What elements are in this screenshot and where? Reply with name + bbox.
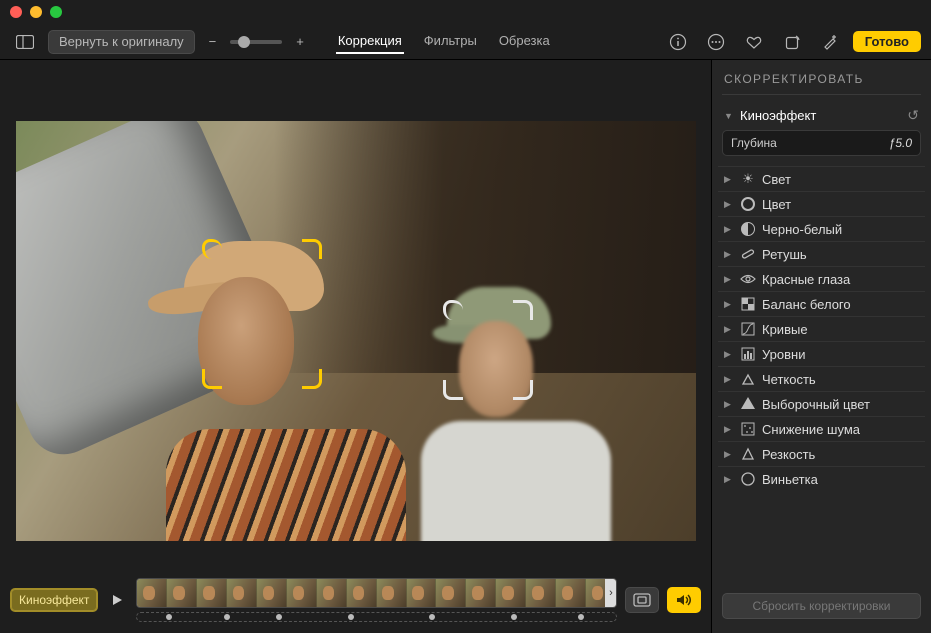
noise-icon xyxy=(740,421,756,437)
section-curves[interactable]: ▶ Кривые xyxy=(718,316,925,341)
focus-point-marker[interactable] xyxy=(224,614,230,620)
chevron-right-icon: ▶ xyxy=(724,249,734,260)
definition-icon xyxy=(740,371,756,387)
rotate-icon[interactable] xyxy=(777,30,807,54)
section-label: Уровни xyxy=(762,347,805,362)
focus-point-marker[interactable] xyxy=(511,614,517,620)
sharpen-icon xyxy=(740,446,756,462)
focus-point-track[interactable] xyxy=(136,612,617,622)
depth-label: Глубина xyxy=(731,136,777,150)
zoom-in-button[interactable]: + xyxy=(290,30,310,54)
tab-filters[interactable]: Фильтры xyxy=(422,29,479,54)
section-label: Четкость xyxy=(762,372,816,387)
done-label: Готово xyxy=(865,34,909,49)
chevron-right-icon: ▶ xyxy=(724,399,734,410)
section-sharpen[interactable]: ▶ Резкость xyxy=(718,441,925,466)
bandage-icon xyxy=(740,246,756,262)
chevron-right-icon: ▶ xyxy=(724,299,734,310)
section-vignette[interactable]: ▶ Виньетка xyxy=(718,466,925,491)
audio-toggle[interactable] xyxy=(667,587,701,613)
zoom-slider[interactable] xyxy=(230,40,282,44)
chevron-right-icon: ▶ xyxy=(724,274,734,285)
favorite-icon[interactable] xyxy=(739,30,769,54)
section-definition[interactable]: ▶ Четкость xyxy=(718,366,925,391)
section-label: Резкость xyxy=(762,447,815,462)
chevron-right-icon: ▶ xyxy=(724,324,734,335)
chevron-down-icon: ▼ xyxy=(724,111,734,121)
section-cinematic-label: Киноэффект xyxy=(740,108,816,123)
chevron-right-icon: ▶ xyxy=(724,349,734,360)
depth-control[interactable]: Глубина ƒ5.0 xyxy=(722,130,921,156)
window-zoom-button[interactable] xyxy=(50,6,62,18)
manual-focus-toggle[interactable] xyxy=(625,587,659,613)
play-button[interactable] xyxy=(106,589,128,611)
zoom-out-button[interactable]: − xyxy=(203,30,223,54)
tab-crop[interactable]: Обрезка xyxy=(497,29,552,54)
section-levels[interactable]: ▶ Уровни xyxy=(718,341,925,366)
chevron-right-icon: ▶ xyxy=(724,424,734,435)
eye-icon xyxy=(740,271,756,287)
chevron-right-icon: ▶ xyxy=(724,224,734,235)
tab-adjust[interactable]: Коррекция xyxy=(336,29,404,54)
window-minimize-button[interactable] xyxy=(30,6,42,18)
section-label: Ретушь xyxy=(762,247,807,262)
levels-icon xyxy=(740,346,756,362)
section-label: Кривые xyxy=(762,322,808,337)
chevron-right-icon: ▶ xyxy=(724,474,734,485)
wb-icon xyxy=(740,296,756,312)
section-half[interactable]: ▶ Черно-белый xyxy=(718,216,925,241)
section-selcolor[interactable]: ▶ Выборочный цвет xyxy=(718,391,925,416)
chevron-right-icon: ▶ xyxy=(724,174,734,185)
section-noise[interactable]: ▶ Снижение шума xyxy=(718,416,925,441)
more-icon[interactable] xyxy=(701,30,731,54)
section-label: Цвет xyxy=(762,197,791,212)
sun-icon xyxy=(740,171,756,187)
info-icon[interactable] xyxy=(663,30,693,54)
vignette-icon xyxy=(740,471,756,487)
section-label: Свет xyxy=(762,172,791,187)
focus-point-marker[interactable] xyxy=(348,614,354,620)
focus-point-marker[interactable] xyxy=(578,614,584,620)
section-label: Выборочный цвет xyxy=(762,397,870,412)
selcolor-icon xyxy=(740,396,756,412)
trim-handle-end[interactable]: › xyxy=(605,578,617,608)
focus-point-marker[interactable] xyxy=(166,614,172,620)
revert-label: Вернуть к оригиналу xyxy=(59,34,184,49)
section-eye[interactable]: ▶ Красные глаза xyxy=(718,266,925,291)
section-label: Красные глаза xyxy=(762,272,850,287)
done-button[interactable]: Готово xyxy=(853,31,921,52)
chevron-right-icon: ▶ xyxy=(724,449,734,460)
section-label: Виньетка xyxy=(762,472,818,487)
section-wb[interactable]: ▶ Баланс белого xyxy=(718,291,925,316)
sidebar-toggle-icon[interactable] xyxy=(10,30,40,54)
depth-value: ƒ5.0 xyxy=(889,136,912,150)
section-label: Снижение шума xyxy=(762,422,860,437)
video-preview[interactable] xyxy=(16,121,696,541)
cinematic-badge[interactable]: Киноэффект xyxy=(10,588,98,612)
reset-adjustments-button[interactable]: Сбросить корректировки xyxy=(722,593,921,619)
auto-enhance-icon[interactable] xyxy=(815,30,845,54)
focus-point-marker[interactable] xyxy=(429,614,435,620)
revert-to-original-button[interactable]: Вернуть к оригиналу xyxy=(48,30,195,54)
half-icon xyxy=(740,221,756,237)
section-label: Черно-белый xyxy=(762,222,842,237)
curves-icon xyxy=(740,321,756,337)
video-filmstrip[interactable]: ‹ › xyxy=(136,578,617,608)
reset-cinematic-icon[interactable]: ↺ xyxy=(907,107,919,124)
section-bandage[interactable]: ▶ Ретушь xyxy=(718,241,925,266)
window-close-button[interactable] xyxy=(10,6,22,18)
section-circle[interactable]: ▶ Цвет xyxy=(718,191,925,216)
chevron-right-icon: ▶ xyxy=(724,199,734,210)
section-label: Баланс белого xyxy=(762,297,851,312)
chevron-right-icon: ▶ xyxy=(724,374,734,385)
section-sun[interactable]: ▶ Свет xyxy=(718,166,925,191)
circle-icon xyxy=(740,196,756,212)
section-cinematic[interactable]: ▼ Киноэффект ↺ xyxy=(718,103,925,128)
focus-point-marker[interactable] xyxy=(276,614,282,620)
adjust-panel-title: СКОРРЕКТИРОВАТЬ xyxy=(724,72,919,86)
